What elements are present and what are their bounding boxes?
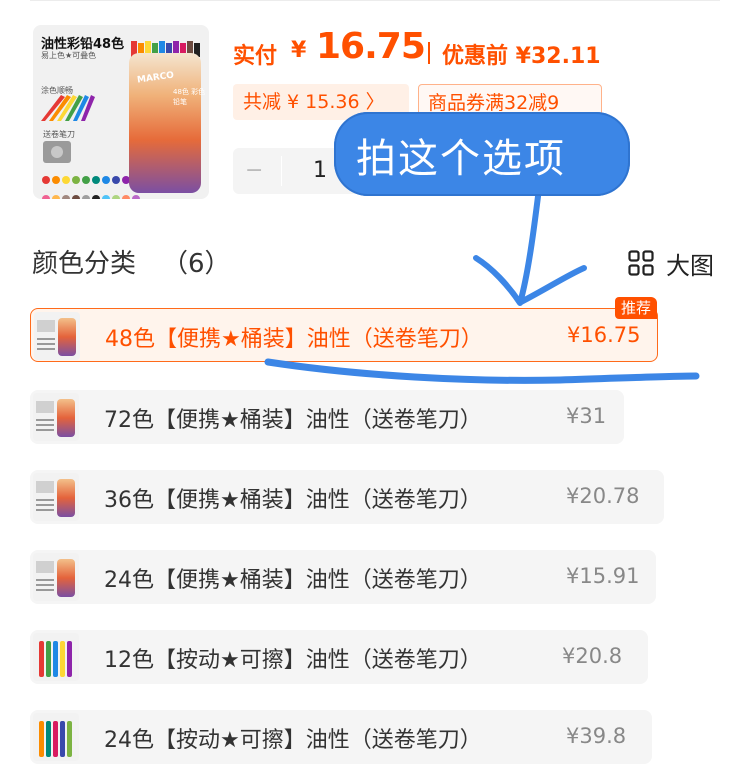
original-price: 优惠前 ¥32.11 bbox=[442, 44, 601, 69]
option-price: ¥39.8 bbox=[566, 724, 627, 748]
option-thumbnail bbox=[33, 633, 79, 681]
option-label: 12色【按动★可擦】油性（送卷笔刀） bbox=[104, 648, 482, 673]
decrement-button[interactable]: − bbox=[245, 158, 263, 183]
option-item-24-press[interactable]: 24色【按动★可擦】油性（送卷笔刀） ¥39.8 bbox=[30, 710, 652, 764]
option-price: ¥31 bbox=[566, 404, 607, 428]
option-count: （6） bbox=[162, 249, 231, 279]
thumbnail-accessory: 送卷笔刀 bbox=[43, 130, 75, 139]
top-divider bbox=[30, 0, 720, 1]
option-label: 48色【便携★桶装】油性（送卷笔刀） bbox=[105, 327, 483, 352]
thumbnail-subtitle: 易上色★可叠色 bbox=[41, 51, 97, 60]
pencil-fan-icon bbox=[41, 95, 95, 121]
option-price: ¥16.75 bbox=[567, 323, 641, 347]
annotation-text: 拍这个选项 bbox=[356, 136, 566, 182]
option-thumbnail bbox=[33, 473, 79, 521]
grid-view-icon bbox=[628, 250, 654, 276]
currency-symbol: ¥ bbox=[291, 38, 307, 63]
option-thumbnail bbox=[33, 713, 79, 761]
option-item-12-press[interactable]: 12色【按动★可擦】油性（送卷笔刀） ¥20.8 bbox=[30, 630, 648, 684]
big-image-label: 大图 bbox=[666, 252, 714, 280]
option-label: 24色【便携★桶装】油性（送卷笔刀） bbox=[104, 568, 482, 593]
option-label: 72色【便携★桶装】油性（送卷笔刀） bbox=[104, 408, 482, 433]
option-thumbnail bbox=[33, 553, 79, 601]
option-item-24-bucket[interactable]: 24色【便携★桶装】油性（送卷笔刀） ¥15.91 bbox=[30, 550, 656, 604]
option-price: ¥20.78 bbox=[566, 484, 640, 508]
option-item-36-bucket[interactable]: 36色【便携★桶装】油性（送卷笔刀） ¥20.78 bbox=[30, 470, 664, 524]
option-item-48-bucket[interactable]: 48色【便携★桶装】油性（送卷笔刀） ¥16.75 推荐 bbox=[30, 297, 658, 362]
price-divider bbox=[428, 42, 430, 64]
underline-stroke bbox=[264, 358, 700, 384]
option-label: 24色【按动★可擦】油性（送卷笔刀） bbox=[104, 728, 482, 753]
section-title: 颜色分类 bbox=[32, 249, 137, 279]
recommend-badge: 推荐 bbox=[614, 297, 657, 319]
arrow-stroke bbox=[473, 177, 587, 306]
option-thumbnail bbox=[33, 393, 79, 441]
option-price: ¥20.8 bbox=[562, 644, 623, 668]
tube-label: 48色 彩色铅笔 bbox=[173, 88, 206, 106]
annotation-callout: 拍这个选项 bbox=[334, 112, 630, 196]
stepper-divider bbox=[281, 156, 282, 186]
quantity-value[interactable]: 1 bbox=[313, 158, 327, 183]
option-item-72-bucket[interactable]: 72色【便携★桶装】油性（送卷笔刀） ¥31 bbox=[30, 390, 624, 444]
sharpener-icon bbox=[43, 141, 71, 163]
final-price: 16.75 bbox=[316, 26, 426, 67]
price-label: 实付 bbox=[233, 44, 278, 69]
option-thumbnail bbox=[34, 312, 80, 360]
option-price: ¥15.91 bbox=[566, 564, 640, 588]
product-thumbnail[interactable]: 油性彩铅48色 易上色★可叠色 涂色顺畅 送卷笔刀 MARCO 48色 彩色铅笔 bbox=[33, 25, 209, 199]
option-label: 36色【便携★桶装】油性（送卷笔刀） bbox=[104, 488, 482, 513]
